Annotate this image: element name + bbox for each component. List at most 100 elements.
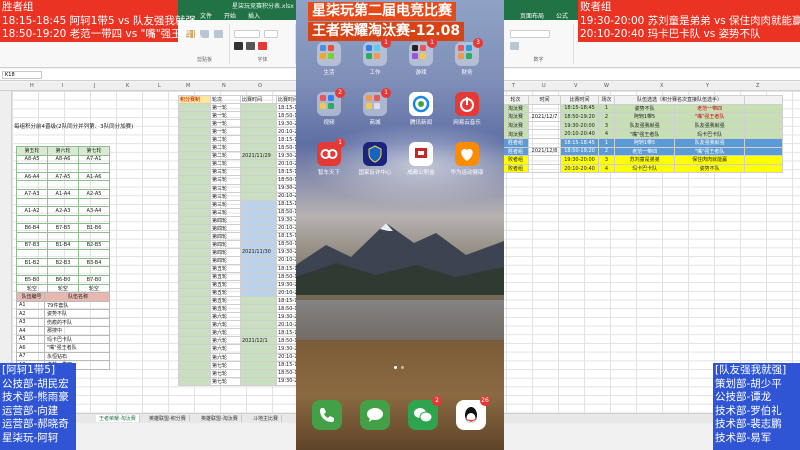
column-header[interactable]: N (222, 83, 226, 89)
knockout-row[interactable]: 胜者组 18:15-18:45 1 阿轲1带5 队友强我就强 (502, 137, 783, 148)
match-cell[interactable]: A2-A5 (78, 188, 110, 199)
match-cell[interactable]: B3-B4 (78, 257, 110, 268)
font-select[interactable] (234, 30, 260, 38)
roster-member: 技术部-熊雨豪 (2, 391, 69, 403)
italic-icon[interactable] (246, 42, 255, 50)
match-cell[interactable]: A1-A4 (47, 188, 79, 199)
knockout-row[interactable]: 败者组 20:10-20:40 4 玛卡巴卡队 姿势不队 (502, 163, 783, 174)
column-header[interactable]: U (542, 83, 546, 89)
app-folder-work[interactable]: 1 工作 (358, 38, 392, 76)
match-cell[interactable]: A7-A3 (16, 188, 48, 199)
copy-icon[interactable] (214, 30, 223, 38)
ribbon-tab[interactable]: 文件 (200, 11, 212, 20)
ribbon-tab[interactable]: 页面布局 (520, 11, 544, 20)
column-header[interactable]: T (512, 83, 515, 89)
team-row[interactable]: A1 79件套队 (16, 300, 110, 310)
knockout-row[interactable]: 淘汰赛 19:30-20:00 3 队友强我就强 队友强我就强 (502, 120, 783, 131)
match-cell[interactable]: A7-A5 (47, 171, 79, 182)
team-row[interactable]: A2 姿势不队 (16, 309, 110, 319)
column-header[interactable]: K (126, 83, 129, 89)
match-cell[interactable]: A1-A2 (16, 206, 48, 216)
app-tencent-news[interactable]: 腾讯新闻 (404, 92, 438, 126)
overlay-line: 18:15-18:45 阿轲1带5 vs 队友强我就强 (2, 14, 196, 27)
match-cell[interactable]: B6-B0 (47, 274, 79, 285)
column-header[interactable]: M (186, 83, 190, 89)
knockout-row[interactable]: 淘汰赛 18:15-18:45 1 姿势不队 老范一带四 (502, 103, 783, 114)
column-header[interactable]: Y (706, 83, 709, 89)
sheet-tab[interactable]: 王者荣耀-淘汰赛 (96, 415, 140, 422)
team-row[interactable]: A6 "嘴"强王者队 (16, 343, 110, 353)
schedule-spacer-cell (178, 263, 211, 274)
team-row[interactable]: A7 永恒钻石 (16, 351, 110, 361)
app-folder-shopping[interactable]: 1 商城 (358, 88, 392, 126)
round-cell: 第四轮 (210, 239, 241, 249)
match-cell[interactable]: A8-A6 (47, 154, 79, 165)
column-header[interactable]: I (62, 83, 63, 89)
bold-icon[interactable] (234, 42, 243, 50)
match-cell[interactable]: A2-A3 (47, 206, 79, 216)
match-cell[interactable]: B6-B4 (16, 223, 48, 233)
messages-icon[interactable] (360, 400, 390, 430)
match-cell[interactable]: B1-B4 (47, 240, 79, 251)
team-a-cell: 玛卡巴卡队 (613, 163, 676, 174)
app-folder-video[interactable]: 2 视频 (312, 88, 346, 126)
match-cell[interactable]: B5-B0 (16, 274, 48, 285)
match-cell[interactable]: B7-B5 (47, 223, 79, 233)
match-cell[interactable]: A1-A6 (78, 171, 110, 182)
knockout-row[interactable]: 胜者组 2021/12/8 18:50-19:20 2 老范一带四 "嘴"强王者队 (502, 146, 783, 157)
column-header[interactable]: V (574, 83, 577, 89)
match-cell[interactable]: B2-B3 (47, 257, 79, 268)
match-cell[interactable]: B7-B0 (78, 274, 110, 285)
column-header[interactable]: O (258, 83, 262, 89)
column-header[interactable]: Z (756, 83, 759, 89)
sheet-tab[interactable]: 英雄联盟-淘汰赛 (198, 415, 242, 422)
match-cell[interactable]: A6-A4 (16, 171, 48, 182)
notification-badge: 2 (432, 396, 442, 406)
sheet-tab[interactable]: 英雄联盟-积分赛 (146, 415, 190, 422)
column-header[interactable]: X (660, 83, 663, 89)
team-row[interactable]: A3 伤痕的不队 (16, 317, 110, 327)
font-color-icon[interactable] (258, 42, 267, 50)
name-box[interactable]: K18 (2, 71, 42, 79)
column-header[interactable]: L (158, 83, 161, 89)
app-netease-music[interactable]: 网易云音乐 (450, 92, 484, 126)
sheet-tab[interactable]: 斗地主比赛 (250, 415, 283, 422)
column-header[interactable]: J (94, 83, 95, 89)
match-cell[interactable]: A7-A1 (78, 154, 110, 165)
app-folder-finance[interactable]: 3 财务 (450, 38, 484, 76)
app-health[interactable]: 华为运动健康 (450, 142, 484, 176)
ribbon-tab[interactable]: 开始 (224, 11, 236, 20)
team-b-cell: "嘴"强王者队 (674, 112, 745, 122)
date-cell (240, 127, 277, 137)
team-row[interactable]: A5 玛卡巴卡队 (16, 334, 110, 344)
number-format-select[interactable] (510, 30, 550, 38)
match-cell[interactable]: B2-B5 (78, 240, 110, 251)
app-housing-fund[interactable]: 成都公积金 (404, 142, 438, 176)
knockout-row[interactable]: 淘汰赛 20:10-20:40 4 "嘴"强王者队 玛卡巴卡队 (502, 129, 783, 139)
app-car[interactable]: 1 智车天下 (312, 138, 346, 176)
qq-icon[interactable]: 26 (456, 396, 490, 430)
app-folder-games[interactable]: 1 游戏 (404, 38, 438, 76)
schedule-spacer-cell (178, 272, 211, 282)
match-cell[interactable]: B1-B2 (16, 257, 48, 268)
page-indicator[interactable] (392, 366, 408, 370)
ribbon-tab[interactable]: 插入 (248, 11, 260, 20)
app-anti-fraud[interactable]: 国家反诈中心 (358, 142, 392, 176)
ribbon-tab[interactable]: 公式 (556, 11, 568, 20)
match-cell[interactable]: A3-A4 (78, 206, 110, 216)
match-cell[interactable]: B7-B3 (16, 240, 48, 251)
phone-icon[interactable] (312, 400, 342, 430)
knockout-row[interactable]: 淘汰赛 2021/12/7 18:50-19:20 2 阿轲1带5 "嘴"强王者队 (502, 112, 783, 122)
knockout-row[interactable]: 败者组 19:30-20:00 3 苏刘童是弟弟 保住肉肉就能赢 (502, 155, 783, 165)
match-cell[interactable]: A8-A5 (16, 154, 48, 165)
match-cell[interactable]: B1-B6 (78, 223, 110, 233)
percent-icon[interactable] (510, 42, 519, 50)
round-cell: 第三轮 (210, 175, 241, 185)
schedule-spacer-cell (178, 280, 211, 290)
column-header[interactable]: W (604, 83, 609, 89)
team-row[interactable]: A4 那搜中 (16, 326, 110, 336)
font-size-select[interactable] (264, 30, 278, 38)
wechat-icon[interactable]: 2 (408, 396, 442, 430)
app-folder-life[interactable]: 生活 (312, 42, 346, 76)
column-header[interactable]: H (30, 83, 34, 89)
